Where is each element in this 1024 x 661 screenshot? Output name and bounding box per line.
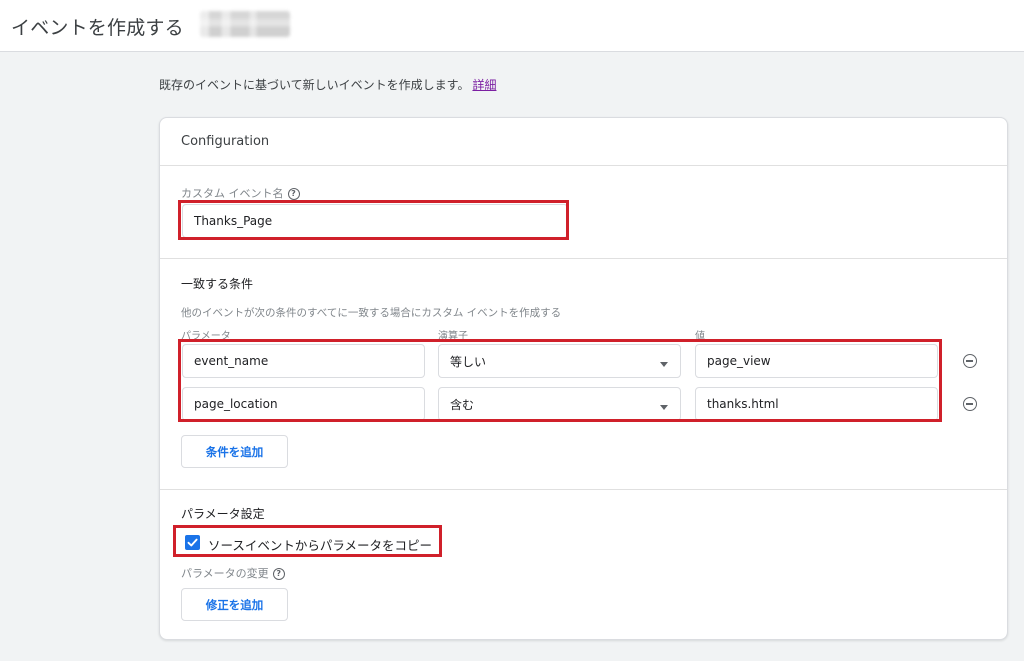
copy-parameters-label[interactable]: ソースイベントからパラメータをコピー: [208, 535, 432, 554]
condition-value-text: page_view: [707, 354, 771, 368]
parameter-settings-title: パラメータ設定: [181, 507, 265, 521]
condition-param-value: page_location: [194, 397, 278, 411]
column-label-value: 値: [695, 331, 705, 342]
dropdown-arrow-icon: [660, 362, 668, 367]
redacted-property-name: [200, 11, 290, 37]
dropdown-arrow-icon: [660, 405, 668, 410]
parameter-modification-label-text: パラメータの変更: [181, 567, 269, 580]
page-title: イベントを作成する: [11, 17, 184, 39]
add-condition-button[interactable]: 条件を追加: [181, 435, 288, 468]
condition-operator-value: 含む: [450, 397, 475, 412]
card-title: Configuration: [181, 134, 270, 149]
card-header: Configuration: [160, 118, 1007, 166]
custom-event-name-label: カスタム イベント名?: [181, 185, 300, 201]
checkmark-icon: [187, 538, 198, 547]
condition-value-text: thanks.html: [707, 397, 779, 411]
condition-operator-select[interactable]: 等しい: [438, 344, 681, 378]
copy-parameters-checkbox[interactable]: [185, 535, 200, 550]
column-label-parameter: パラメータ: [181, 331, 231, 342]
top-bar: イベントを作成する: [0, 0, 1024, 52]
conditions-title: 一致する条件: [181, 277, 254, 291]
configuration-card: Configuration カスタム イベント名? Thanks_Page 一致…: [159, 117, 1008, 640]
section-divider: [160, 489, 1007, 490]
help-icon[interactable]: ?: [272, 568, 285, 580]
custom-event-name-label-text: カスタム イベント名: [181, 187, 284, 200]
column-label-operator: 演算子: [438, 331, 468, 342]
help-icon[interactable]: ?: [287, 188, 300, 200]
condition-value-input[interactable]: thanks.html: [695, 387, 938, 421]
details-link[interactable]: 詳細: [472, 78, 496, 92]
intro-text: 既存のイベントに基づいて新しいイベントを作成します。 詳細: [159, 76, 496, 93]
custom-event-name-input[interactable]: Thanks_Page: [182, 204, 568, 238]
section-divider: [160, 258, 1007, 259]
remove-condition-icon[interactable]: [963, 354, 977, 368]
condition-operator-select[interactable]: 含む: [438, 387, 681, 421]
condition-param-value: event_name: [194, 354, 269, 368]
add-modification-button[interactable]: 修正を追加: [181, 588, 288, 621]
remove-condition-icon[interactable]: [963, 397, 977, 411]
conditions-description: 他のイベントが次の条件のすべてに一致する場合にカスタム イベントを作成する: [181, 307, 562, 319]
condition-param-input[interactable]: page_location: [182, 387, 425, 421]
condition-param-input[interactable]: event_name: [182, 344, 425, 378]
condition-operator-value: 等しい: [450, 354, 487, 369]
custom-event-name-value: Thanks_Page: [194, 214, 273, 228]
parameter-modification-label: パラメータの変更?: [181, 565, 285, 581]
intro-description: 既存のイベントに基づいて新しいイベントを作成します。: [159, 78, 470, 92]
condition-value-input[interactable]: page_view: [695, 344, 938, 378]
